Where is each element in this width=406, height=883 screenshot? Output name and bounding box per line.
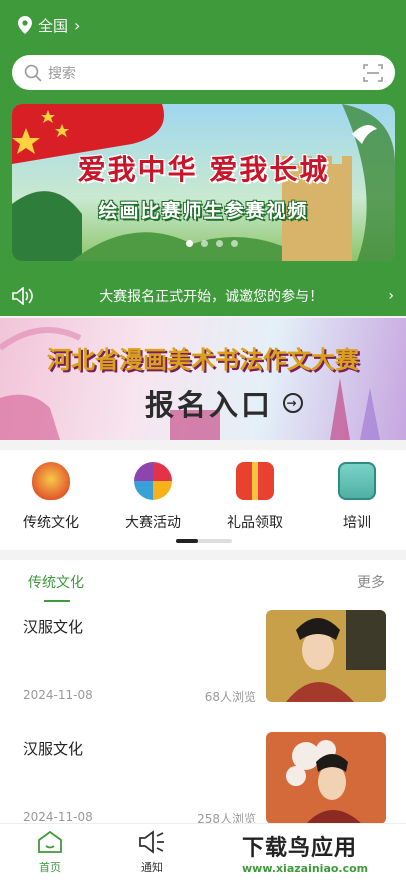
- tab-traditional-culture[interactable]: 传统文化: [28, 572, 84, 592]
- speaker-icon: [12, 287, 33, 305]
- item-date: 2024-11-08: [23, 810, 93, 824]
- item-title: 汉服文化: [23, 740, 84, 758]
- item-title: 汉服文化: [23, 618, 84, 636]
- pinwheel-icon: [134, 462, 172, 500]
- chevron-right-icon: ›: [388, 288, 394, 304]
- list-item[interactable]: 汉服文化 2024-11-08 68人浏览: [0, 610, 406, 716]
- header: 全国 › 搜索 爱我中华 爱我长城 绘画比赛师生参赛视频 大赛报名正式开始，诚邀…: [0, 0, 406, 316]
- category-traditional-culture[interactable]: 传统文化: [6, 462, 96, 532]
- search-icon: [24, 64, 42, 81]
- banner-title: 爱我中华 爱我长城: [77, 153, 330, 186]
- category-label: 传统文化: [23, 515, 79, 531]
- signup-entry-button[interactable]: 报名入口 →: [145, 382, 304, 424]
- more-link[interactable]: 更多: [357, 572, 385, 592]
- item-date: 2024-11-08: [23, 688, 93, 702]
- arrow-right-icon: →: [283, 393, 304, 413]
- notice-text: 大赛报名正式开始，诚邀您的参与！: [99, 289, 324, 305]
- carousel-dot[interactable]: [231, 240, 238, 247]
- category-contest[interactable]: 大赛活动: [108, 462, 198, 532]
- watermark: 下载鸟应用 www.xiazainiao.com: [236, 826, 406, 883]
- category-grid: 传统文化 大赛活动 礼品领取 培训: [0, 450, 406, 550]
- megaphone-icon: [139, 830, 164, 854]
- carousel-dot[interactable]: [201, 240, 208, 247]
- item-views: 68人浏览: [204, 690, 256, 704]
- location-selector[interactable]: 全国 ›: [18, 14, 80, 36]
- signup-banner[interactable]: 河北省漫画美术书法作文大赛 报名入口 →: [0, 318, 406, 440]
- tab-notify[interactable]: 通知: [122, 830, 182, 875]
- tab-underline: [44, 600, 70, 602]
- search-bar[interactable]: 搜索: [12, 55, 395, 90]
- scan-icon[interactable]: [363, 63, 383, 83]
- item-thumbnail: [266, 732, 386, 824]
- mask-icon: [32, 462, 70, 500]
- search-input[interactable]: 搜索: [48, 63, 363, 83]
- tab-home-label: 首页: [39, 861, 61, 874]
- location-pin-icon: [18, 16, 32, 34]
- main-banner[interactable]: 爱我中华 爱我长城 绘画比赛师生参赛视频: [12, 104, 395, 261]
- tab-notify-label: 通知: [141, 861, 163, 874]
- chevron-right-icon: ›: [74, 15, 81, 35]
- tab-home[interactable]: 首页: [20, 830, 80, 875]
- signup-entry-label: 报名入口: [145, 388, 274, 422]
- gift-icon: [236, 462, 274, 500]
- category-scroll-indicator: [176, 539, 232, 543]
- item-thumbnail: [266, 610, 386, 702]
- category-label: 培训: [343, 515, 371, 531]
- watermark-url: www.xiazainiao.com: [242, 862, 369, 875]
- category-gifts[interactable]: 礼品领取: [210, 462, 300, 532]
- carousel-dots: [186, 240, 238, 247]
- certificate-icon: [338, 462, 376, 500]
- carousel-dot[interactable]: [216, 240, 223, 247]
- home-icon: [38, 830, 62, 853]
- watermark-title: 下载鸟应用: [242, 836, 358, 861]
- notice-bar[interactable]: 大赛报名正式开始，诚邀您的参与！ ›: [0, 276, 406, 316]
- news-section: 传统文化 更多 汉服文化 2024-11-08 68人浏览 汉服文化 2024-…: [0, 560, 406, 826]
- banner-subtitle: 绘画比赛师生参赛视频: [98, 200, 309, 222]
- signup-banner-title: 河北省漫画美术书法作文大赛: [47, 346, 359, 374]
- category-training[interactable]: 培训: [312, 462, 402, 532]
- category-label: 大赛活动: [125, 515, 181, 531]
- category-label: 礼品领取: [227, 515, 283, 531]
- location-label: 全国: [38, 16, 69, 35]
- carousel-dot[interactable]: [186, 240, 193, 247]
